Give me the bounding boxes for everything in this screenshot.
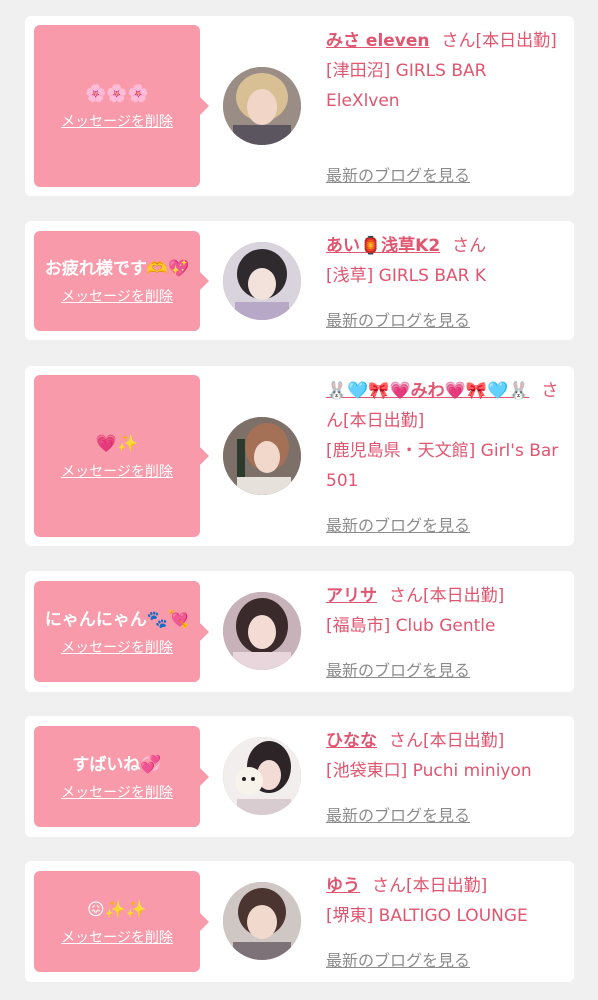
- girl-info: あい🏮浅草K2 さん [浅草] GIRLS BAR K: [326, 231, 562, 291]
- avatar[interactable]: [223, 242, 301, 320]
- message-text: 💗✨: [95, 434, 139, 454]
- girl-name-link[interactable]: みさ eleven: [326, 31, 430, 51]
- message-text: 🌸🌸🌸: [85, 84, 149, 104]
- message-card: すばいね💞 メッセージを削除 ひなな さん[本日出勤] [池袋東口] Puchi …: [25, 716, 574, 837]
- message-bubble: 🌸🌸🌸 メッセージを削除: [34, 25, 209, 187]
- honorific: さん: [389, 586, 423, 606]
- avatar-photo: [223, 242, 301, 320]
- girl-name-link[interactable]: 🐰🩵🎀💗みわ💗🎀🩵🐰: [326, 381, 529, 401]
- girl-name-link[interactable]: ゆう: [326, 876, 360, 896]
- shop-name: [堺東] BALTIGO LOUNGE: [326, 906, 528, 926]
- avatar[interactable]: [223, 737, 301, 815]
- latest-blog-link[interactable]: 最新のブログを見る: [326, 802, 470, 826]
- message-text: 😖✨✨: [86, 899, 148, 920]
- delete-message-link[interactable]: メッセージを削除: [61, 111, 173, 131]
- message-bubble: 💗✨ メッセージを削除: [34, 375, 209, 537]
- delete-message-link[interactable]: メッセージを削除: [61, 782, 173, 802]
- avatar-photo: [223, 592, 301, 670]
- girl-name-link[interactable]: ひなな: [326, 731, 377, 751]
- attendance-status: [本日出勤]: [406, 876, 488, 896]
- avatar-photo: [223, 882, 301, 960]
- avatar[interactable]: [223, 592, 301, 670]
- message-card: 😖✨✨ メッセージを削除 ゆう さん[本日出勤] [堺東] BALTIGO LOU…: [25, 861, 574, 982]
- girl-info: ゆう さん[本日出勤] [堺東] BALTIGO LOUNGE: [326, 871, 562, 931]
- message-card: 💗✨ メッセージを削除 🐰🩵🎀💗みわ💗🎀🩵🐰 さん[本日出勤] [鹿児島県・天文館…: [25, 366, 574, 546]
- message-card: にゃんにゃん🐾💘 メッセージを削除 アリサ さん[本日出勤] [福島市] Club…: [25, 571, 574, 692]
- girl-info: アリサ さん[本日出勤] [福島市] Club Gentle: [326, 581, 562, 641]
- avatar-photo: [223, 737, 301, 815]
- honorific: さん: [441, 31, 476, 51]
- avatar-photo: [223, 417, 301, 495]
- attendance-status: [本日出勤]: [475, 31, 557, 51]
- avatar-photo: [223, 67, 301, 145]
- message-card: お疲れ様です🫶💖 メッセージを削除 あい🏮浅草K2 さん [浅草] GIRLS B…: [25, 221, 574, 340]
- girl-info: 🐰🩵🎀💗みわ💗🎀🩵🐰 さん[本日出勤] [鹿児島県・天文館] Girl's Bar…: [326, 376, 562, 496]
- avatar[interactable]: [223, 882, 301, 960]
- delete-message-link[interactable]: メッセージを削除: [61, 637, 173, 657]
- shop-name: [津田沼] GIRLS BAR EleXlven: [326, 61, 487, 111]
- message-bubble: 😖✨✨ メッセージを削除: [34, 871, 209, 972]
- attendance-status: [本日出勤]: [423, 586, 505, 606]
- latest-blog-link[interactable]: 最新のブログを見る: [326, 657, 470, 681]
- message-text: すばいね💞: [72, 754, 162, 775]
- latest-blog-link[interactable]: 最新のブログを見る: [326, 512, 470, 536]
- shop-name: [鹿児島県・天文館] Girl's Bar 501: [326, 441, 559, 491]
- message-bubble: すばいね💞 メッセージを削除: [34, 726, 209, 827]
- shop-name: [池袋東口] Puchi miniyon: [326, 761, 532, 781]
- delete-message-link[interactable]: メッセージを削除: [61, 927, 173, 947]
- shop-name: [福島市] Club Gentle: [326, 616, 496, 636]
- girl-name-link[interactable]: アリサ: [326, 586, 377, 606]
- girl-name-link[interactable]: あい🏮浅草K2: [326, 236, 440, 256]
- girl-info: みさ eleven さん[本日出勤] [津田沼] GIRLS BAR EleXlv…: [326, 26, 562, 116]
- attendance-status: [本日出勤]: [343, 411, 425, 431]
- message-text: にゃんにゃん🐾💘: [44, 609, 190, 630]
- latest-blog-link[interactable]: 最新のブログを見る: [326, 162, 470, 186]
- honorific: さん: [452, 236, 487, 256]
- shop-name: [浅草] GIRLS BAR K: [326, 266, 486, 286]
- latest-blog-link[interactable]: 最新のブログを見る: [326, 947, 470, 971]
- latest-blog-link[interactable]: 最新のブログを見る: [326, 307, 470, 331]
- message-card: 🌸🌸🌸 メッセージを削除 みさ eleven さん[本日出勤] [津田沼] GIR…: [25, 16, 574, 196]
- honorific: さん: [372, 876, 406, 896]
- delete-message-link[interactable]: メッセージを削除: [61, 286, 173, 306]
- message-text: お疲れ様です🫶💖: [44, 259, 190, 279]
- avatar[interactable]: [223, 67, 301, 145]
- avatar[interactable]: [223, 417, 301, 495]
- attendance-status: [本日出勤]: [423, 731, 505, 751]
- message-list: 🌸🌸🌸 メッセージを削除 みさ eleven さん[本日出勤] [津田沼] GIR…: [0, 0, 598, 1000]
- girl-info: ひなな さん[本日出勤] [池袋東口] Puchi miniyon: [326, 726, 562, 786]
- delete-message-link[interactable]: メッセージを削除: [61, 461, 173, 481]
- honorific: さん: [389, 731, 423, 751]
- message-bubble: お疲れ様です🫶💖 メッセージを削除: [34, 231, 209, 331]
- message-bubble: にゃんにゃん🐾💘 メッセージを削除: [34, 581, 209, 682]
